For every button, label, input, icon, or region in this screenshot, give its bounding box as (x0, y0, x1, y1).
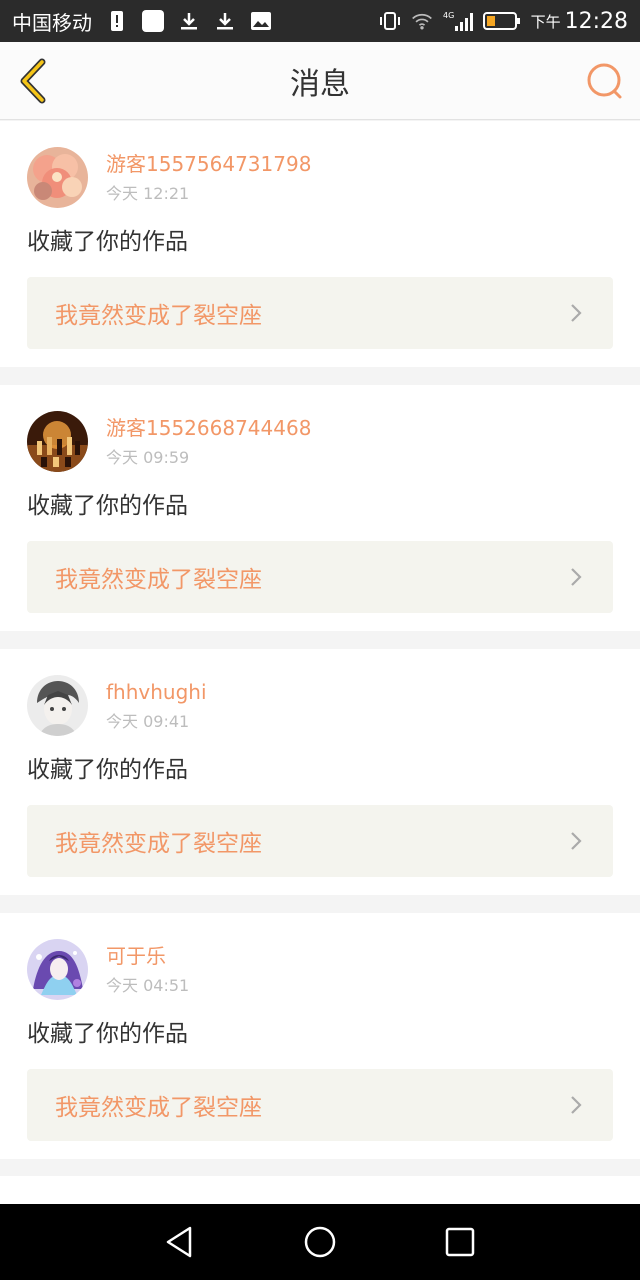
username[interactable]: 游客1557564731798 (106, 150, 311, 178)
system-nav-bar (0, 1204, 640, 1280)
username[interactable]: 游客1552668744468 (106, 414, 311, 442)
back-button[interactable] (14, 56, 54, 106)
svg-text:4G: 4G (443, 11, 454, 20)
avatar[interactable] (27, 939, 88, 1000)
work-title: 我竟然变成了裂空座 (55, 303, 262, 329)
sim-alert-icon (106, 10, 128, 32)
ampm-label: 下午 (530, 12, 561, 31)
nav-back-button[interactable] (160, 1222, 200, 1262)
avatar[interactable] (27, 411, 88, 472)
download-icon (214, 10, 236, 32)
next-notification-card (0, 1176, 640, 1206)
work-link[interactable]: 我竟然变成了裂空座 (27, 1069, 613, 1141)
clock: 12:28 (564, 8, 628, 34)
carrier-label: 中国移动 (12, 10, 92, 35)
wifi-icon (411, 10, 433, 32)
action-text: 收藏了你的作品 (27, 493, 188, 519)
notification-list: 游客1557564731798 今天 12:21 收藏了你的作品 我竟然变成了裂… (0, 121, 640, 1177)
flower-avatar-icon (27, 147, 88, 208)
search-button[interactable] (586, 62, 624, 100)
notification-card: 可于乐 今天 04:51 收藏了你的作品 我竟然变成了裂空座 (0, 913, 640, 1159)
work-title: 我竟然变成了裂空座 (55, 831, 262, 857)
chevron-right-icon (567, 304, 585, 322)
chess-avatar-icon (27, 411, 88, 472)
image-icon (250, 10, 272, 32)
chevron-right-icon (567, 832, 585, 850)
home-circle-icon (304, 1226, 336, 1258)
download-icon (178, 10, 200, 32)
action-text: 收藏了你的作品 (27, 757, 188, 783)
chevron-right-icon (567, 1096, 585, 1114)
back-triangle-icon (166, 1226, 192, 1258)
notification-card: 游客1552668744468 今天 09:59 收藏了你的作品 我竟然变成了裂… (0, 385, 640, 631)
notification-card: fhhvhughi 今天 09:41 收藏了你的作品 我竟然变成了裂空座 (0, 649, 640, 895)
header-bar: 消息 (0, 42, 640, 120)
vibrate-icon (379, 10, 401, 32)
work-link[interactable]: 我竟然变成了裂空座 (27, 805, 613, 877)
status-bar: 中国移动 4G 下午 12:28 (0, 0, 640, 42)
avatar[interactable] (27, 675, 88, 736)
timestamp: 今天 09:41 (106, 711, 190, 731)
work-link[interactable]: 我竟然变成了裂空座 (27, 277, 613, 349)
work-title: 我竟然变成了裂空座 (55, 1095, 262, 1121)
timestamp: 今天 04:51 (106, 975, 190, 995)
anime-girl-avatar-icon (27, 939, 88, 1000)
action-text: 收藏了你的作品 (27, 229, 188, 255)
username[interactable]: 可于乐 (106, 942, 189, 970)
app-notification-icon (142, 10, 164, 32)
chevron-right-icon (567, 568, 585, 586)
work-link[interactable]: 我竟然变成了裂空座 (27, 541, 613, 613)
timestamp: 今天 12:21 (106, 183, 190, 203)
anime-boy-avatar-icon (27, 675, 88, 736)
battery-icon (482, 10, 521, 32)
action-text: 收藏了你的作品 (27, 1021, 188, 1047)
avatar[interactable] (27, 147, 88, 208)
recents-square-icon (445, 1227, 475, 1257)
search-icon (587, 63, 622, 99)
timestamp: 今天 09:59 (106, 447, 190, 467)
username[interactable]: fhhvhughi (106, 678, 207, 706)
notification-card: 游客1557564731798 今天 12:21 收藏了你的作品 我竟然变成了裂… (0, 121, 640, 367)
work-title: 我竟然变成了裂空座 (55, 567, 262, 593)
nav-recents-button[interactable] (440, 1222, 480, 1262)
page-title: 消息 (290, 66, 350, 102)
chevron-left-icon (20, 58, 46, 104)
signal-icon: 4G (443, 10, 473, 32)
nav-home-button[interactable] (300, 1222, 340, 1262)
